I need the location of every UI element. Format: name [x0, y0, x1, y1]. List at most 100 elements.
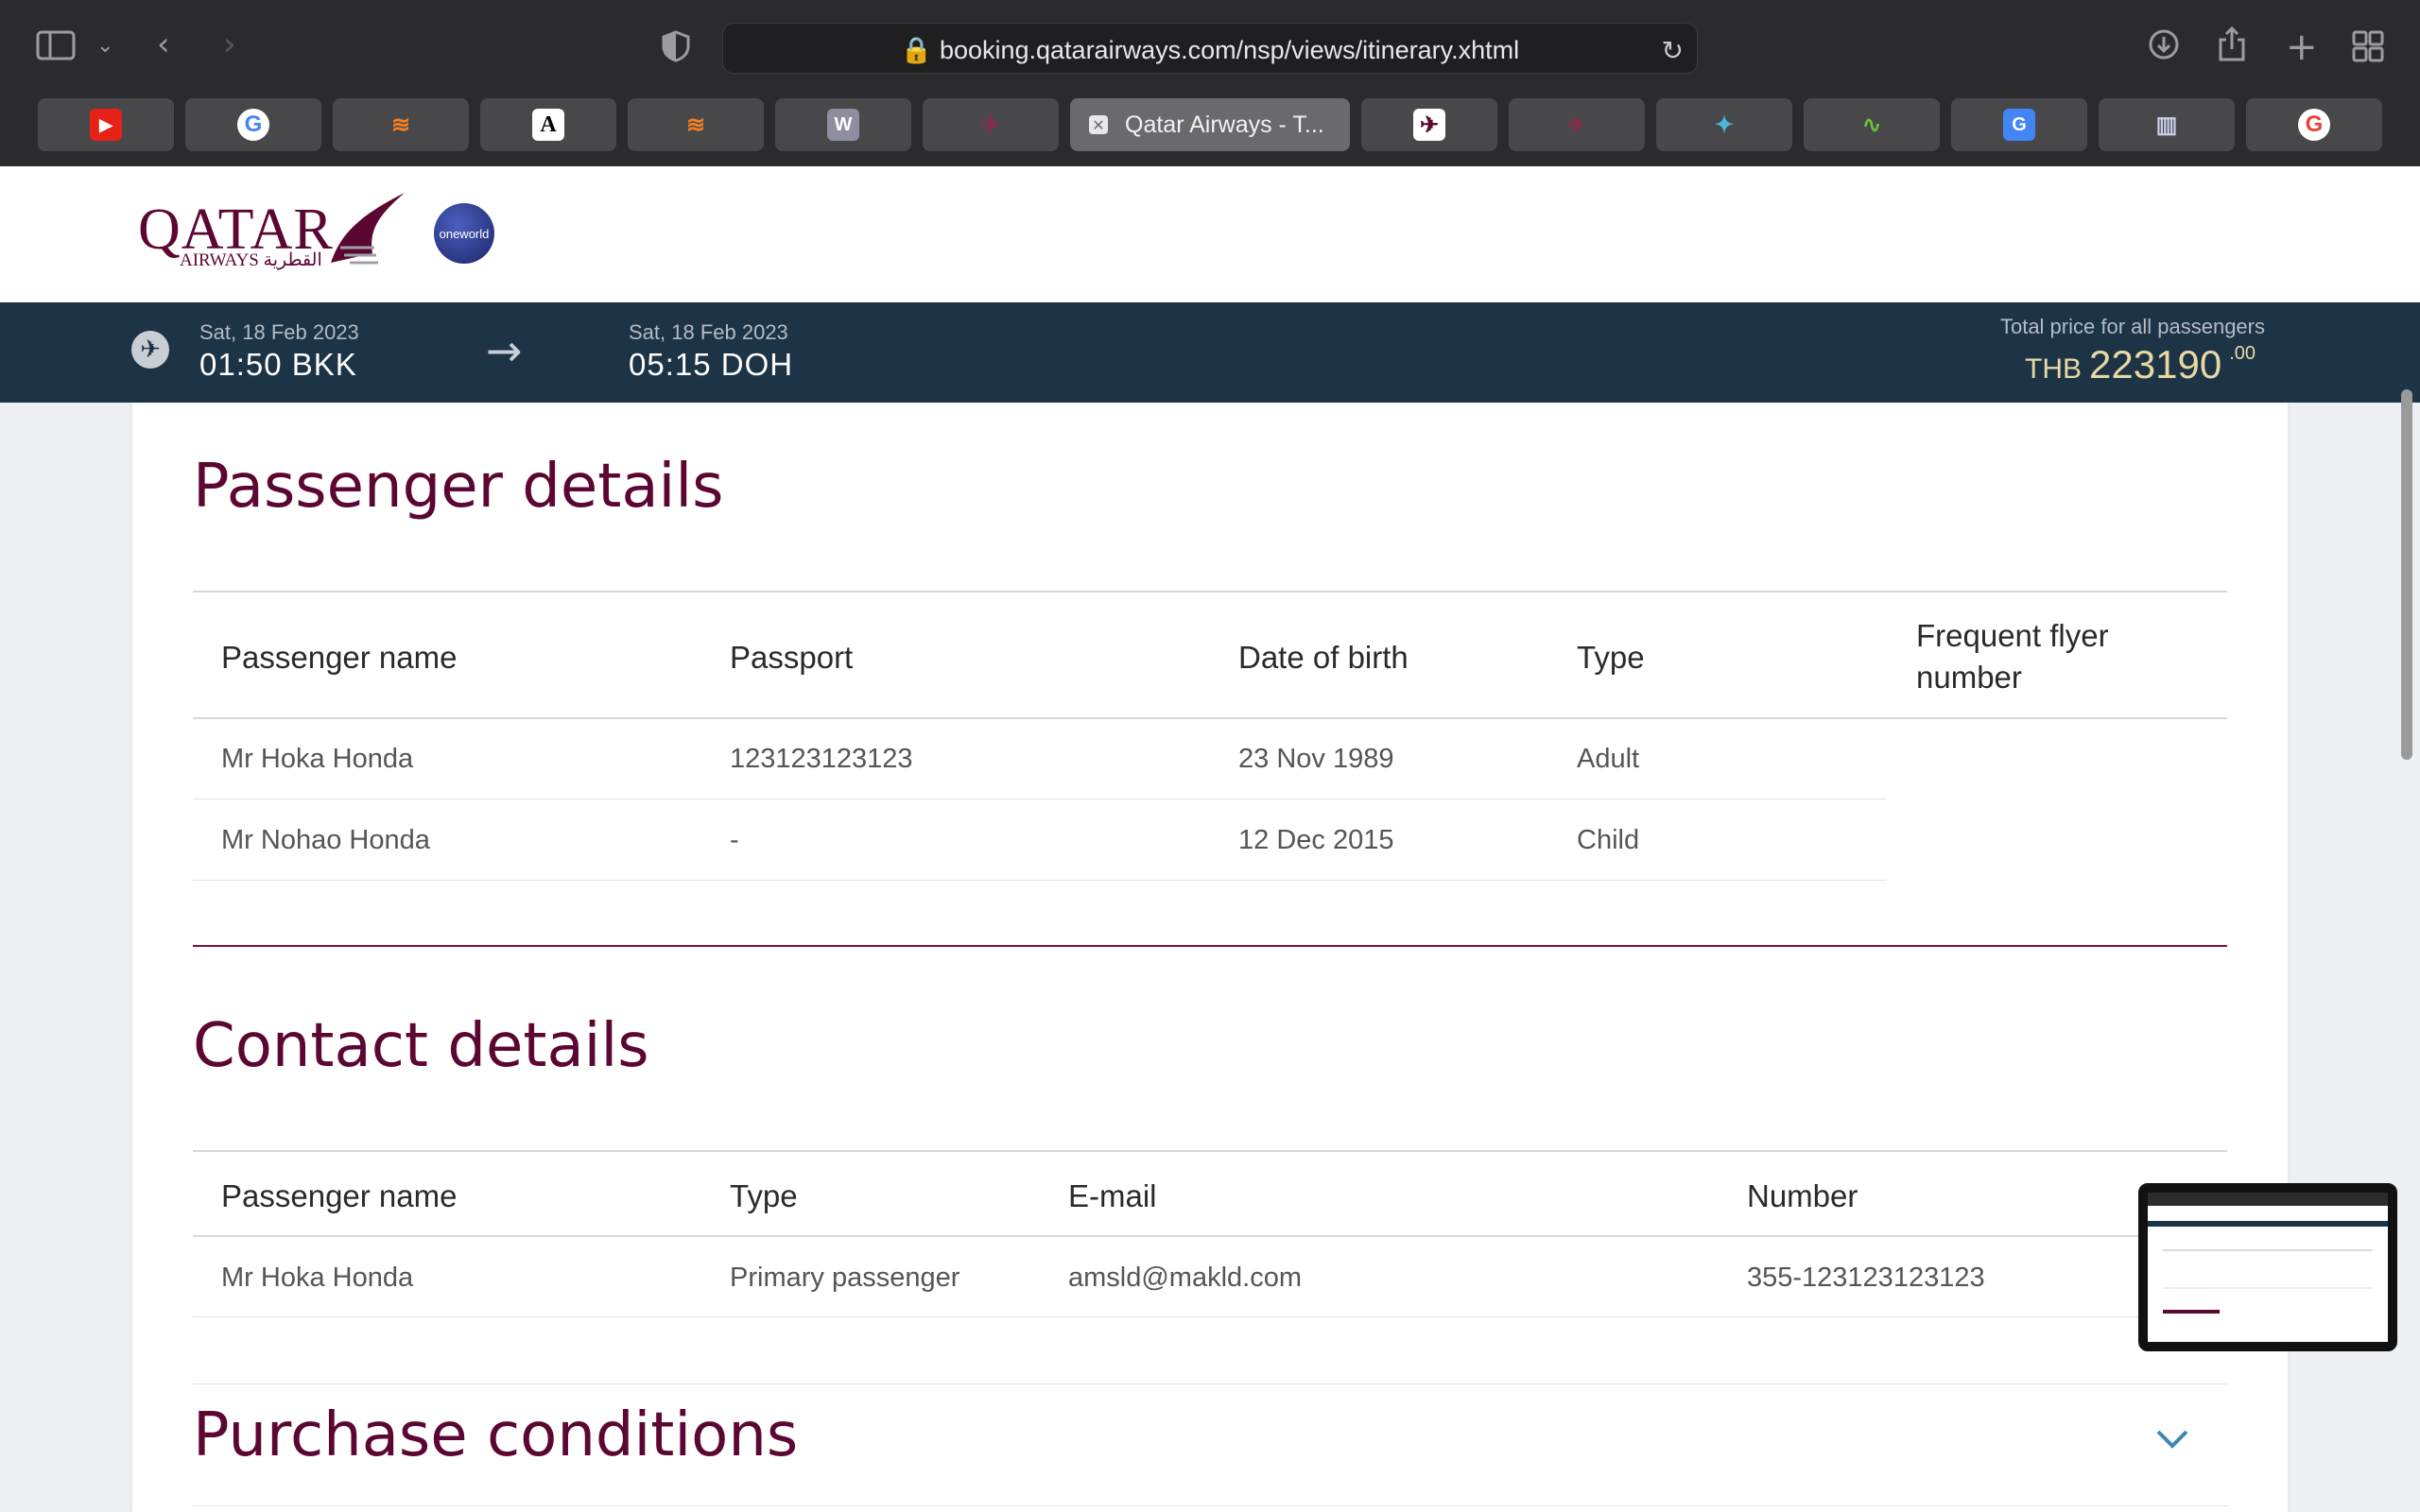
depart-time: 01:50 BKK — [199, 347, 357, 382]
tab-bird[interactable]: ✦ — [1656, 98, 1792, 151]
qatar-icon: ✈ — [980, 112, 1001, 138]
thumb-rule — [2163, 1287, 2373, 1289]
close-tab-icon[interactable]: ✕ — [1089, 115, 1108, 134]
row-divider — [193, 1316, 2227, 1317]
google-icon: G — [2298, 109, 2330, 141]
screenshot-thumbnail[interactable] — [2138, 1183, 2397, 1351]
thumb-chrome — [2148, 1193, 2388, 1206]
col-email: E-mail — [1068, 1178, 1157, 1213]
col-date-of-birth: Date of birth — [1238, 640, 1409, 675]
divider — [193, 1150, 2227, 1152]
col-passenger-name: Passenger name — [221, 1178, 458, 1213]
col-frequent-flyer: Frequent flyer number — [1916, 615, 2109, 698]
type-cell: Child — [1577, 825, 1640, 855]
divider — [193, 591, 2227, 593]
tab-chart[interactable]: ∿ — [1804, 98, 1940, 151]
translate-icon: G — [2003, 109, 2035, 141]
arrive-date: Sat, 18 Feb 2023 — [629, 320, 788, 344]
oryx-logo-icon — [321, 187, 408, 272]
col-type: Type — [1577, 640, 1645, 675]
tab-google-2[interactable]: G — [2246, 98, 2382, 151]
thumb-rule — [2163, 1249, 2373, 1251]
youtube-icon: ▶ — [90, 109, 122, 141]
plane-icon: ✈ — [131, 331, 169, 369]
total-price: THB 223190 .00 — [2025, 342, 2256, 387]
tab-a[interactable]: A — [480, 98, 616, 151]
lock-icon: 🔒 — [900, 36, 933, 64]
tab-reader[interactable]: ▥ — [2099, 98, 2235, 151]
forward-icon[interactable]: › — [223, 28, 236, 60]
thumb-title — [2163, 1310, 2220, 1314]
currency: THB — [2025, 353, 2083, 385]
contact-name-cell: Mr Hoka Honda — [221, 1263, 414, 1293]
tab-title: Qatar Airways - T... — [1125, 111, 1324, 138]
tab-google[interactable]: G — [185, 98, 321, 151]
a-icon: A — [532, 109, 564, 141]
reader-icon: ▥ — [2155, 112, 2178, 138]
privacy-shield-icon[interactable] — [662, 30, 690, 68]
address-bar[interactable]: 🔒 booking.qatarairways.com/nsp/views/iti… — [722, 23, 1698, 74]
arrow-right-icon: → — [486, 325, 523, 376]
purchase-conditions-title[interactable]: Purchase conditions — [193, 1400, 798, 1470]
tab-qatar-active[interactable]: ✕ Qatar Airways - T... — [1070, 98, 1350, 151]
tab-youtube[interactable]: ▶ — [38, 98, 174, 151]
download-icon[interactable] — [2148, 28, 2180, 66]
tab-overview-icon[interactable] — [2352, 30, 2384, 68]
price-amount: 223190 — [2089, 342, 2222, 387]
stackoverflow-icon: ≋ — [390, 112, 411, 138]
sidebar-toggle-icon[interactable] — [36, 30, 76, 66]
tab-translate[interactable]: G — [1951, 98, 2087, 151]
chevron-down-icon[interactable]: ⌄ — [96, 36, 113, 57]
back-icon[interactable]: ‹ — [157, 28, 170, 60]
dob-cell: 23 Nov 1989 — [1238, 744, 1394, 774]
contact-type-cell: Primary passenger — [730, 1263, 960, 1293]
qatar-icon: ✈ — [1566, 112, 1587, 138]
chart-icon: ∿ — [1861, 112, 1882, 138]
browser-toolbar: ⌄ ‹ › 🔒 booking.qatarairways.com/nsp/vie… — [0, 0, 2420, 94]
qatar-logo-subtext: AIRWAYS القطرية — [180, 250, 322, 270]
bird-icon: ✦ — [1714, 112, 1735, 138]
total-price-label: Total price for all passengers — [1999, 315, 2265, 338]
wiki-icon: W — [827, 109, 859, 141]
divider — [193, 1505, 2227, 1506]
thumb-flightbar — [2148, 1221, 2388, 1227]
tab-qatar-3[interactable]: ✈ — [1509, 98, 1645, 151]
new-tab-icon[interactable]: + — [2286, 28, 2318, 66]
share-icon[interactable] — [2218, 26, 2246, 68]
tab-bar: ▶ G ≋ A ≋ W ✈ ✕ Qatar Airways - T... ✈ ✈… — [0, 94, 2420, 166]
arrive-time: 05:15 DOH — [629, 347, 794, 382]
chevron-down-icon[interactable] — [2155, 1419, 2189, 1458]
contact-details-title: Contact details — [193, 1011, 649, 1081]
tab-qatar-1[interactable]: ✈ — [923, 98, 1059, 151]
col-type: Type — [730, 1178, 798, 1213]
price-decimals: .00 — [2229, 343, 2256, 364]
reload-icon[interactable]: ↻ — [1662, 35, 1684, 66]
dob-cell: 12 Dec 2015 — [1238, 825, 1394, 855]
passenger-name-cell: Mr Nohao Honda — [221, 825, 430, 855]
divider — [193, 717, 2227, 719]
tab-stackoverflow-2[interactable]: ≋ — [628, 98, 764, 151]
row-divider — [193, 880, 1887, 881]
contact-number-cell: 355-123123123123 — [1747, 1263, 1985, 1293]
tab-qatar-2[interactable]: ✈ — [1361, 98, 1497, 151]
col-number: Number — [1747, 1178, 1858, 1213]
depart-date: Sat, 18 Feb 2023 — [199, 320, 359, 344]
stackoverflow-icon: ≋ — [685, 112, 706, 138]
contact-email-cell: amsld@makld.com — [1068, 1263, 1302, 1293]
col-passport: Passport — [730, 640, 854, 675]
passport-cell: - — [730, 825, 739, 855]
passenger-details-title: Passenger details — [193, 452, 724, 522]
passenger-name-cell: Mr Hoka Honda — [221, 744, 414, 774]
col-ff-line1: Frequent flyer — [1916, 618, 2109, 653]
col-ff-line2: number — [1916, 660, 2022, 695]
qatar-icon: ✈ — [1413, 109, 1445, 141]
tab-wiki[interactable]: W — [775, 98, 911, 151]
col-passenger-name: Passenger name — [221, 640, 458, 675]
divider — [193, 1383, 2227, 1384]
divider — [193, 1235, 2227, 1237]
google-icon: G — [237, 109, 269, 141]
passport-cell: 123123123123 — [730, 744, 913, 774]
tab-stackoverflow[interactable]: ≋ — [333, 98, 469, 151]
page-scrollbar[interactable] — [2401, 389, 2412, 760]
type-cell: Adult — [1577, 744, 1640, 774]
